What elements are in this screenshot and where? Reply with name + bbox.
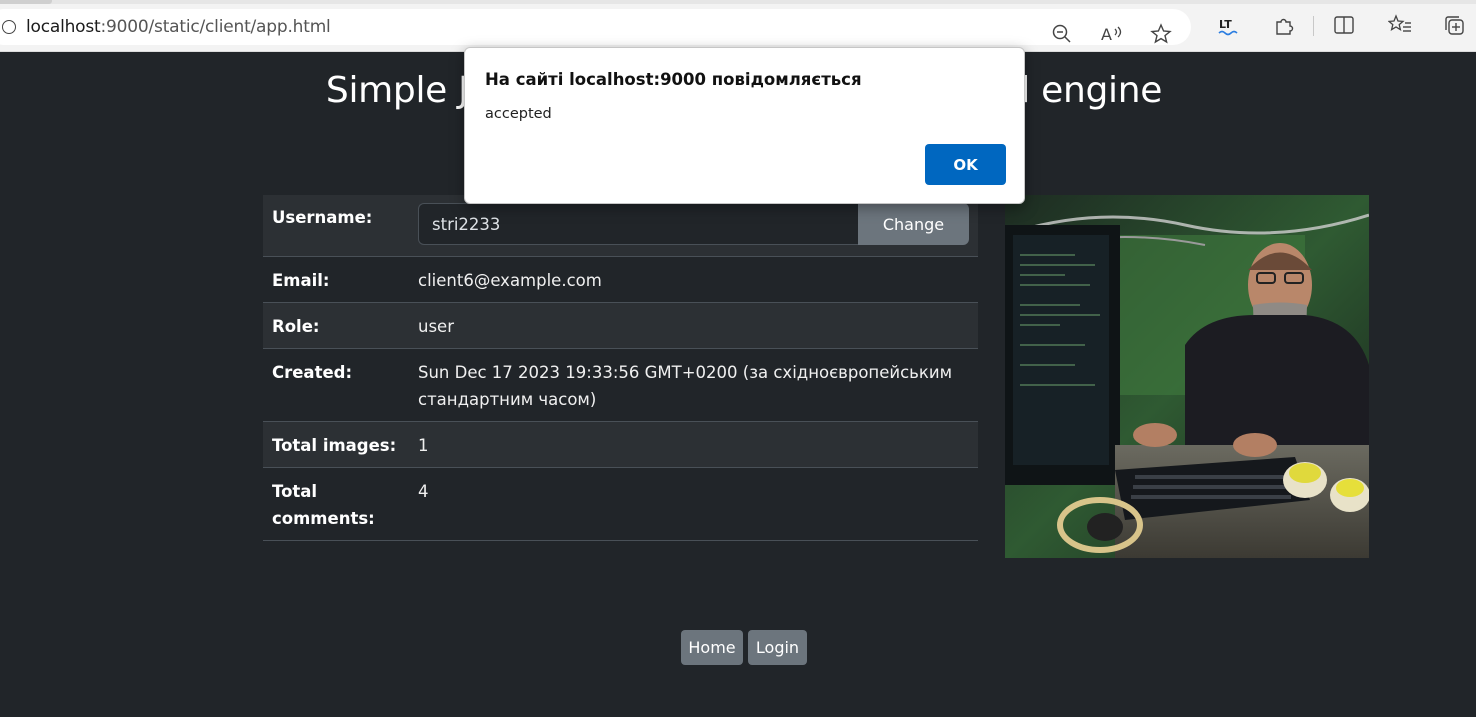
created-value: Sun Dec 17 2023 19:33:56 GMT+0200 (за сх…: [409, 348, 978, 422]
browser-toolbar: localhost:9000/static/client/app.html A …: [0, 0, 1476, 52]
favorites-list-icon[interactable]: [1387, 14, 1412, 38]
alert-dialog: На сайті localhost:9000 повідомляється a…: [464, 47, 1025, 204]
address-bar[interactable]: localhost:9000/static/client/app.html A: [0, 9, 1191, 45]
svg-text:A: A: [1101, 25, 1112, 44]
zoom-out-icon[interactable]: [1050, 23, 1074, 47]
active-tab-edge[interactable]: [0, 0, 52, 4]
total-comments-value: 4: [409, 467, 978, 541]
alert-ok-button[interactable]: OK: [925, 144, 1006, 185]
table-row-total-images: Total images: 1: [263, 421, 978, 468]
collections-icon[interactable]: [1443, 14, 1467, 38]
home-button[interactable]: Home: [681, 630, 743, 665]
favorite-star-icon[interactable]: [1149, 23, 1173, 47]
total-images-value: 1: [409, 421, 978, 468]
created-label: Created:: [263, 348, 409, 422]
svg-text:LT: LT: [1219, 18, 1232, 31]
extensions-icon[interactable]: [1272, 14, 1296, 38]
role-value: user: [409, 302, 978, 349]
username-cell: Change: [409, 195, 978, 257]
split-screen-icon[interactable]: [1332, 14, 1356, 38]
url-text[interactable]: localhost:9000/static/client/app.html: [26, 17, 331, 37]
username-input[interactable]: [418, 203, 858, 245]
table-row-email: Email: client6@example.com: [263, 256, 978, 303]
table-row-total-comments: Total comments: 4: [263, 467, 978, 541]
alert-title: На сайті localhost:9000 повідомляється: [485, 70, 862, 89]
tab-strip: [0, 0, 1476, 4]
table-row-role: Role: user: [263, 302, 978, 349]
toolbar-separator: [1313, 16, 1314, 36]
site-info-icon[interactable]: [2, 20, 16, 34]
change-username-button[interactable]: Change: [858, 203, 969, 245]
role-label: Role:: [263, 302, 409, 349]
profile-image: [1005, 195, 1369, 558]
email-label: Email:: [263, 256, 409, 303]
username-input-group: Change: [418, 203, 969, 245]
alert-message: accepted: [485, 106, 552, 122]
table-row-created: Created: Sun Dec 17 2023 19:33:56 GMT+02…: [263, 348, 978, 422]
total-images-label: Total images:: [263, 421, 409, 468]
read-aloud-icon[interactable]: A: [1100, 23, 1124, 47]
email-value: client6@example.com: [409, 256, 978, 303]
username-label: Username:: [263, 195, 409, 257]
total-comments-label: Total comments:: [263, 467, 409, 541]
table-row-username: Username: Change: [263, 195, 978, 257]
user-info-table: Username: Change Email: client6@example.…: [263, 195, 978, 541]
login-button[interactable]: Login: [748, 630, 807, 665]
languagetool-icon[interactable]: LT: [1217, 14, 1241, 38]
